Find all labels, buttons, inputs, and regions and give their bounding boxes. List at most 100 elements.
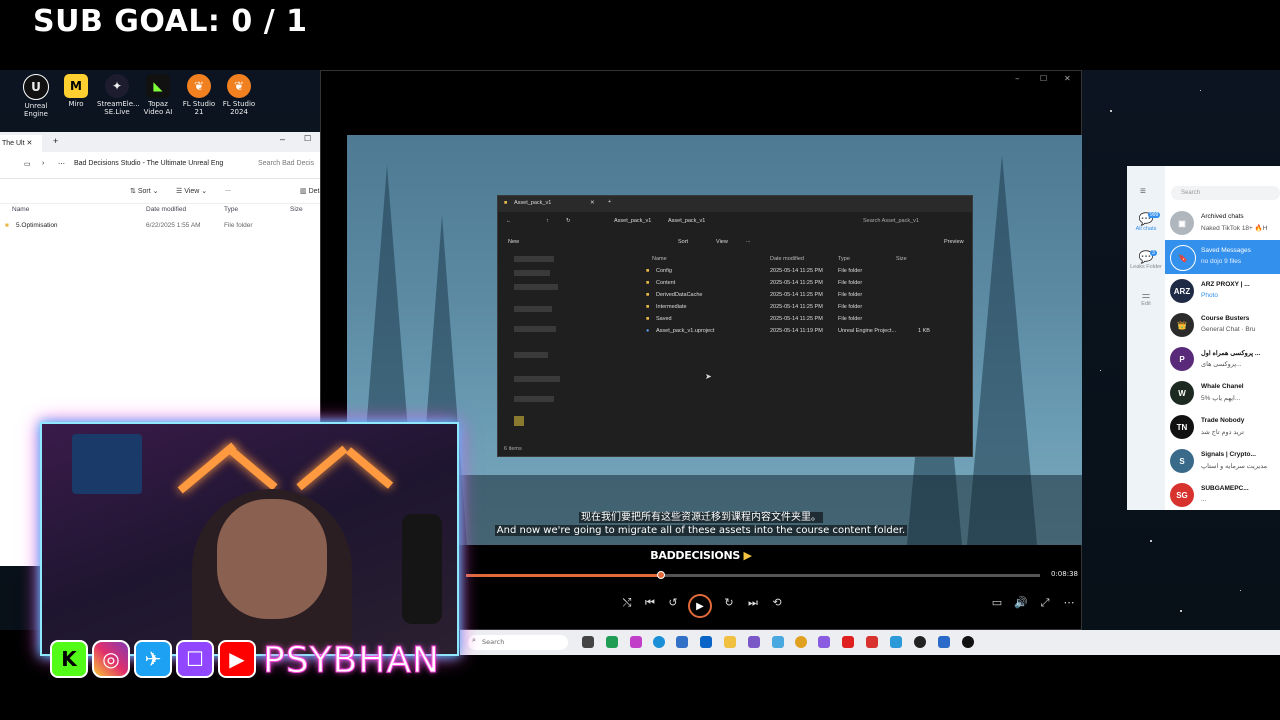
copilot-icon[interactable] — [630, 636, 642, 648]
discord-icon[interactable] — [818, 636, 830, 648]
chat-item-archived[interactable]: ▣ Archived chats Naked TikTok 18+ 🔥H — [1165, 206, 1280, 240]
desktop-icon-label: StreamEle... SE.Live — [97, 100, 140, 116]
previous-icon[interactable]: ⏮ — [642, 596, 658, 610]
play-button[interactable]: ▶ — [688, 594, 712, 618]
subtitles-icon[interactable]: ▭ — [989, 596, 1005, 609]
desktop-icon-streamelements[interactable]: ✦ StreamEle... SE.Live — [97, 74, 140, 116]
rewind-icon[interactable]: ↺ — [665, 596, 681, 609]
inner-column-headers: Name Date modified Type Size — [648, 256, 968, 266]
desktop-icon-unreal-engine[interactable]: U Unreal Engine — [16, 74, 56, 118]
excel-icon[interactable] — [606, 636, 618, 648]
topaz-icon: ◣ — [146, 74, 170, 98]
progress-fill — [466, 574, 662, 577]
folder-icon: ■ — [5, 222, 9, 229]
chat-item[interactable]: 👑 Course Busters General Chat · Bru — [1165, 308, 1280, 342]
inner-file-list: ■ Config 2025-05-14 11:25 PM File folder… — [646, 268, 968, 348]
more-options-button[interactable]: ... — [225, 186, 231, 193]
chat-item[interactable]: W Whale Chanel 5% ایهم ياپ... — [1165, 376, 1280, 410]
photos-icon[interactable] — [772, 636, 784, 648]
inner-row-name: Asset_pack_v1.uproject — [656, 328, 715, 334]
chat-preview: ترید دوم تاج شد — [1201, 429, 1244, 436]
youtube-icon[interactable] — [842, 636, 854, 648]
telegram-icon[interactable] — [890, 636, 902, 648]
teams-icon[interactable] — [748, 636, 760, 648]
close-icon[interactable]: ✕ — [27, 140, 33, 147]
chat-item[interactable]: SG SUBGAMEPC... ... — [1165, 478, 1280, 510]
fullscreen-icon[interactable]: ⤢ — [1037, 596, 1053, 610]
view-label: View — [184, 188, 200, 195]
app-icon[interactable] — [866, 636, 878, 648]
inner-row-date: 2025-05-14 11:25 PM — [770, 280, 823, 286]
inner-row-name: Content — [656, 280, 676, 286]
forward-icon[interactable]: ↻ — [721, 596, 737, 609]
chat-item[interactable]: TN Trade Nobody ترید دوم تاج شد — [1165, 410, 1280, 444]
close-icon: ✕ — [590, 200, 595, 206]
column-type[interactable]: Type — [224, 206, 238, 213]
inner-row-date: 2025-05-14 11:25 PM — [770, 316, 823, 322]
chat-item[interactable]: S Signals | Crypto... مدیریت سرمایه و اس… — [1165, 444, 1280, 478]
desktop-icon-topaz[interactable]: ◣ Topaz Video AI — [138, 74, 178, 116]
column-name[interactable]: Name — [12, 206, 29, 213]
miro-icon: M — [64, 74, 88, 98]
chat-item[interactable]: P پروکسی همراه اول ... پروکسی های... — [1165, 342, 1280, 376]
folder-edit[interactable]: ⚌ Edit — [1127, 290, 1165, 314]
uproject-icon: ● — [646, 328, 650, 334]
avatar: 👑 — [1170, 313, 1194, 337]
desktop-icon-miro[interactable]: M Miro — [56, 74, 96, 108]
streamelements-icon: ✦ — [105, 74, 129, 98]
chat-item[interactable]: ARZ ARZ PROXY | ... Photo — [1165, 274, 1280, 308]
minimize-icon[interactable]: – — [280, 134, 285, 144]
close-window-icon[interactable]: ✕ — [1064, 74, 1071, 83]
folder-label: All chats — [1135, 226, 1157, 232]
inner-column-name: Name — [652, 256, 667, 262]
desktop-icon-label: Unreal Engine — [24, 102, 48, 118]
video-progress-bar[interactable] — [466, 571, 1040, 579]
progress-knob[interactable] — [657, 571, 666, 579]
explorer-tab-title: The Ult — [2, 140, 25, 147]
more-icon[interactable]: ⋯ — [1061, 596, 1077, 609]
minimize-icon[interactable]: – — [1015, 74, 1020, 84]
folder-leaks[interactable]: 💬 Leaks Folder 3 — [1127, 250, 1165, 280]
taskbar-search-input[interactable]: Search — [468, 635, 568, 650]
view-button[interactable]: ☰ View ⌄ — [176, 187, 207, 195]
column-size[interactable]: Size — [290, 206, 303, 213]
explorer-tab[interactable]: The Ult ✕ — [0, 135, 42, 152]
volume-icon[interactable]: 🔊 — [1013, 596, 1029, 609]
chrome-icon[interactable] — [795, 636, 807, 648]
unreal-icon[interactable] — [962, 636, 974, 648]
maximize-icon[interactable]: ☐ — [1040, 74, 1047, 83]
app-icon[interactable] — [938, 636, 950, 648]
media-player-icon[interactable] — [914, 636, 926, 648]
maximize-icon[interactable]: ☐ — [304, 134, 311, 143]
file-explorer-icon[interactable] — [724, 636, 736, 648]
folder-icon: ■ — [646, 280, 650, 286]
desktop-icon-fl-studio-2024[interactable]: ❦ FL Studio 2024 — [219, 74, 259, 116]
new-tab-icon[interactable]: + — [53, 136, 58, 146]
explorer-toolbar: ⇅ Sort ⌄ ☰ View ⌄ ... ▥ Details — [0, 179, 345, 204]
column-date-modified[interactable]: Date modified — [146, 206, 186, 213]
table-row[interactable]: ■ 5.Optimisation 6/22/2025 1:55 AM File … — [0, 222, 345, 235]
archive-icon: ▣ — [1170, 211, 1194, 235]
store-icon[interactable] — [676, 636, 688, 648]
shuffle-icon[interactable]: ⤭ — [619, 596, 635, 610]
repeat-off-icon[interactable]: ⟲ — [769, 596, 785, 609]
sort-button[interactable]: ⇅ Sort ⌄ — [130, 187, 158, 195]
inner-breadcrumb-item: Asset_pack_v1 — [614, 218, 652, 224]
telegram-search-input[interactable]: Search — [1171, 186, 1280, 200]
edge-icon[interactable] — [653, 636, 665, 648]
more-icon[interactable]: ⋯ — [58, 160, 65, 168]
outlook-icon[interactable] — [700, 636, 712, 648]
desktop-icon-fl-studio-21[interactable]: ❦ FL Studio 21 — [179, 74, 219, 116]
chat-name: Archived chats — [1201, 213, 1244, 220]
folder-all-chats[interactable]: 💬 All chats 999 — [1127, 212, 1165, 240]
avatar: TN — [1170, 415, 1194, 439]
chat-item-saved-messages[interactable]: 🔖 Saved Messages no dojo 9 files — [1165, 240, 1280, 274]
address-path[interactable]: Bad Decisions Studio - The Ultimate Unre… — [74, 160, 223, 167]
menu-icon[interactable]: ≡ — [1140, 186, 1146, 197]
next-icon[interactable]: ⏭ — [745, 596, 761, 610]
explorer-search-input[interactable]: Search Bad Decis — [258, 160, 314, 167]
task-view-icon[interactable] — [582, 636, 594, 648]
twitter-icon: ✈ — [134, 640, 172, 678]
inner-address-bar: ← ↑ ↻ Asset_pack_v1 Asset_pack_v1 Search… — [498, 212, 972, 232]
list-item: ■ DerivedDataCache 2025-05-14 11:25 PM F… — [646, 292, 968, 304]
